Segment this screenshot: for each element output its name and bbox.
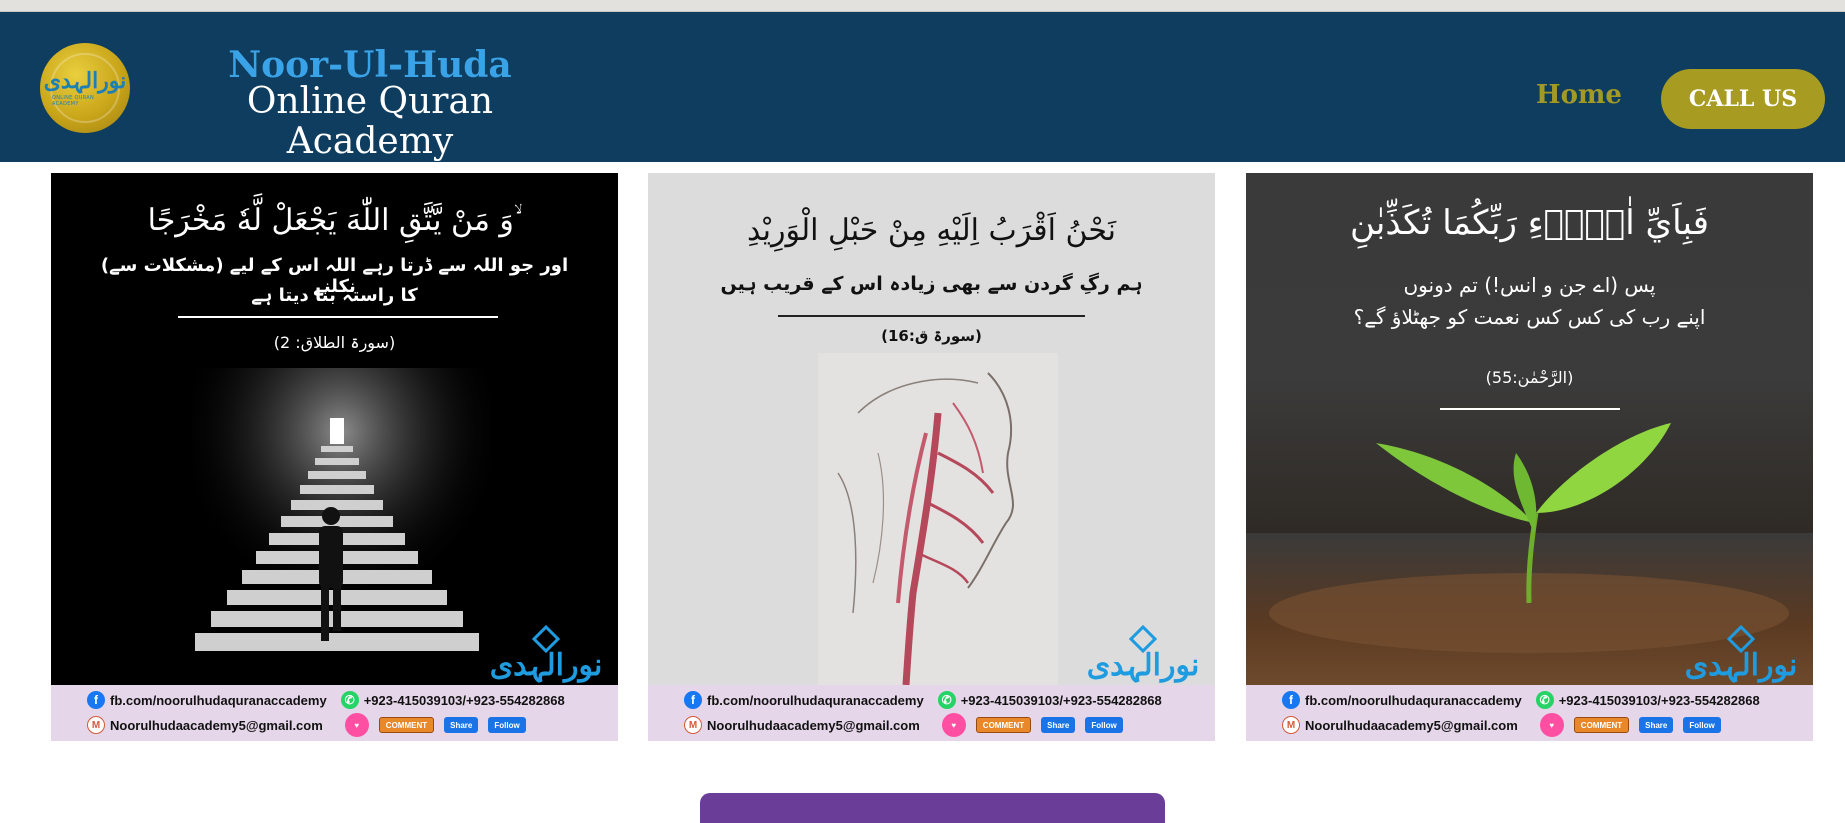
phone-numbers[interactable]: +923-415039103/+923-554282868 xyxy=(961,693,1162,708)
contact-row-2: M Noorulhudaacademy5@gmail.com ♥ COMMENT… xyxy=(1246,713,1813,737)
card-artwork: فَبِاَيِّ اٰلَاۤءِ رَبِّكُمَا تُكَذِّبٰن… xyxy=(1246,173,1813,685)
share-button[interactable]: Share xyxy=(1041,717,1076,733)
like-icon[interactable]: ♥ xyxy=(941,713,966,737)
neck-anatomy-illustration xyxy=(818,353,1058,685)
surah-reference: (سورۃ ق:16) xyxy=(881,327,982,345)
verse-card-1[interactable]: وَ مَنْ يَّتَّقِ اللّٰهَ يَجْعَلْ لَّهٗ … xyxy=(51,173,618,741)
phone-numbers[interactable]: +923-415039103/+923-554282868 xyxy=(1559,693,1760,708)
contact-row-1: f fb.com/noorulhudaquranaccademy ✆ +923-… xyxy=(1246,689,1813,711)
contact-row-1: f fb.com/noorulhudaquranaccademy ✆ +923-… xyxy=(648,689,1215,711)
gmail-icon: M xyxy=(87,716,105,734)
comment-button[interactable]: COMMENT xyxy=(975,717,1032,733)
ayah-text: فَبِاَيِّ اٰلَاۤءِ رَبِّكُمَا تُكَذِّبٰن… xyxy=(1349,203,1710,243)
brand-tagline: Online Quran Academy xyxy=(246,81,494,162)
brand-name: Noor-Ul-Huda xyxy=(228,44,512,86)
divider-line xyxy=(178,316,498,318)
card-contact-footer: f fb.com/noorulhudaquranaccademy ✆ +923-… xyxy=(51,685,618,741)
logo-emblem: نورالہدی ONLINE QURAN ACADEMY xyxy=(44,53,126,123)
gmail-icon: M xyxy=(684,716,702,734)
follow-button[interactable]: Follow xyxy=(488,717,526,733)
ayah-text: نَحْنُ اَقْرَبُ اِلَيْهِ مِنْ حَبْلِ الْ… xyxy=(746,213,1117,248)
surah-reference: (سورۃ الطلاق: 2) xyxy=(273,333,396,352)
follow-button[interactable]: Follow xyxy=(1683,717,1721,733)
follow-button[interactable]: Follow xyxy=(1085,717,1123,733)
nav-home-link[interactable]: Home xyxy=(1536,80,1622,110)
verse-card-2[interactable]: نَحْنُ اَقْرَبُ اِلَيْهِ مِنْ حَبْلِ الْ… xyxy=(648,173,1215,741)
share-button[interactable]: Share xyxy=(1639,717,1674,733)
email-address[interactable]: Noorulhudaacademy5@gmail.com xyxy=(707,718,920,733)
purple-cta-button[interactable] xyxy=(700,793,1165,823)
card-artwork: نَحْنُ اَقْرَبُ اِلَيْهِ مِنْ حَبْلِ الْ… xyxy=(648,173,1215,685)
gmail-icon: M xyxy=(1282,716,1300,734)
phone-numbers[interactable]: +923-415039103/+923-554282868 xyxy=(364,693,565,708)
urdu-translation-line2: اپنے رب کی کس کس نعمت کو جھٹلاؤ گے؟ xyxy=(1353,305,1706,329)
browser-top-strip xyxy=(0,0,1845,12)
call-us-button[interactable]: CALL US xyxy=(1661,69,1825,129)
watermark-logo: نورالہدی xyxy=(1681,619,1801,681)
site-logo[interactable]: نورالہدی ONLINE QURAN ACADEMY xyxy=(40,43,130,133)
urdu-translation-line2: کا راستہ بنا دیتا ہے xyxy=(251,285,418,306)
whatsapp-icon: ✆ xyxy=(1535,691,1554,709)
email-address[interactable]: Noorulhudaacademy5@gmail.com xyxy=(110,718,323,733)
card-contact-footer: f fb.com/noorulhudaquranaccademy ✆ +923-… xyxy=(648,685,1215,741)
facebook-link[interactable]: fb.com/noorulhudaquranaccademy xyxy=(1305,693,1522,708)
like-icon[interactable]: ♥ xyxy=(1539,713,1564,737)
logo-text: نورالہدی xyxy=(43,67,127,94)
facebook-icon: f xyxy=(1282,691,1300,709)
contact-row-2: M Noorulhudaacademy5@gmail.com ♥ COMMENT… xyxy=(648,713,1215,737)
verse-card-3[interactable]: فَبِاَيِّ اٰلَاۤءِ رَبِّكُمَا تُكَذِّبٰن… xyxy=(1246,173,1813,741)
like-icon[interactable]: ♥ xyxy=(344,713,369,737)
comment-button[interactable]: COMMENT xyxy=(1573,717,1630,733)
whatsapp-icon: ✆ xyxy=(937,691,956,709)
ayah-text: وَ مَنْ يَّتَّقِ اللّٰهَ يَجْعَلْ لَّهٗ … xyxy=(147,203,522,238)
facebook-icon: f xyxy=(87,691,105,709)
stairway-illustration xyxy=(191,368,491,685)
comment-button[interactable]: COMMENT xyxy=(378,717,435,733)
whatsapp-icon: ✆ xyxy=(340,691,359,709)
logo-subtext: ONLINE QURAN ACADEMY xyxy=(52,94,95,107)
facebook-icon: f xyxy=(684,691,702,709)
contact-row-1: f fb.com/noorulhudaquranaccademy ✆ +923-… xyxy=(51,689,618,711)
urdu-translation-line1: ہم رگِ گردن سے بھی زیادہ اس کے قریب ہیں xyxy=(720,273,1143,295)
site-header: نورالہدی ONLINE QURAN ACADEMY Noor-Ul-Hu… xyxy=(0,12,1845,162)
watermark-logo: نورالہدی xyxy=(486,619,606,681)
urdu-translation-line1: پس (اے جن و انس!) تم دونوں xyxy=(1403,273,1656,297)
card-artwork: وَ مَنْ يَّتَّقِ اللّٰهَ يَجْعَلْ لَّهٗ … xyxy=(51,173,618,685)
share-button[interactable]: Share xyxy=(444,717,479,733)
contact-row-2: M Noorulhudaacademy5@gmail.com ♥ COMMENT… xyxy=(51,713,618,737)
ornamental-divider xyxy=(1440,408,1620,410)
card-contact-footer: f fb.com/noorulhudaquranaccademy ✆ +923-… xyxy=(1246,685,1813,741)
facebook-link[interactable]: fb.com/noorulhudaquranaccademy xyxy=(707,693,924,708)
email-address[interactable]: Noorulhudaacademy5@gmail.com xyxy=(1305,718,1518,733)
surah-reference: (الرَّحْمٰن:55) xyxy=(1485,368,1574,387)
watermark-logo: نورالہدی xyxy=(1083,619,1203,681)
facebook-link[interactable]: fb.com/noorulhudaquranaccademy xyxy=(110,693,327,708)
divider-line xyxy=(778,315,1085,317)
